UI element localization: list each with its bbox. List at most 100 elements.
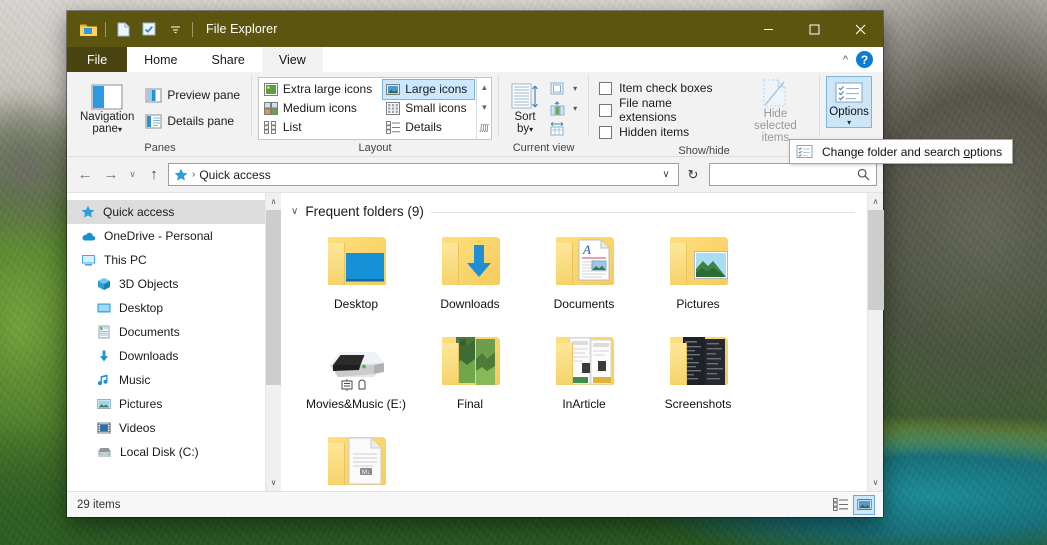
gallery-expand[interactable]: ⨌	[478, 122, 491, 134]
sidebar-item-this-pc[interactable]: This PC	[67, 248, 265, 272]
address-dropdown-icon[interactable]: ∨	[656, 169, 676, 180]
folder-icon[interactable]	[75, 16, 101, 42]
layout-list[interactable]: List	[261, 118, 379, 137]
preview-pane-button[interactable]: Preview pane	[143, 85, 245, 106]
details-pane-button[interactable]: Details pane	[143, 111, 245, 132]
maximize-button[interactable]	[791, 11, 837, 47]
group-label-show-hide: Show/hide	[678, 145, 730, 157]
tabs-right-controls: ^ ?	[842, 47, 883, 72]
sidebar-item-quick-access[interactable]: Quick access	[67, 200, 265, 224]
ribbon-group-show-hide: Item check boxes File name extensions Hi…	[589, 72, 819, 157]
search-box[interactable]	[709, 163, 877, 186]
file-name-extensions-option[interactable]: File name extensions	[595, 96, 728, 124]
3d-objects-icon	[98, 278, 110, 290]
picture-thumb	[694, 251, 728, 279]
up-button[interactable]: ↑	[142, 163, 166, 187]
nav-scroll-up-button[interactable]: ∧	[266, 193, 282, 210]
navigation-list: Quick access OneDrive - Personal This PC…	[67, 193, 265, 464]
content-scroll-track[interactable]	[867, 210, 884, 474]
minimize-button[interactable]	[745, 11, 791, 47]
large-icons-view-button[interactable]	[853, 494, 875, 515]
close-button[interactable]	[837, 11, 883, 47]
breadcrumb-quick-access[interactable]: Quick access	[199, 168, 270, 182]
nav-scroll-down-button[interactable]: ∨	[266, 474, 282, 491]
sidebar-item-desktop[interactable]: Desktop	[67, 296, 265, 320]
navigation-pane: Quick access OneDrive - Personal This PC…	[67, 193, 265, 491]
this-pc-icon	[82, 255, 95, 266]
tab-view[interactable]: View	[261, 47, 323, 72]
item-desktop[interactable]: Desktop	[299, 227, 413, 327]
download-arrow-thumb	[467, 245, 491, 277]
item-inarticle[interactable]: InArticle	[527, 327, 641, 427]
item-movies-music-drive[interactable]: Movies&Music (E:)	[299, 327, 413, 427]
navigation-pane-scrollbar[interactable]: ∧ ∨	[265, 193, 282, 491]
chevron-up-icon[interactable]: ^	[843, 54, 848, 66]
group-header-frequent-folders[interactable]: ∨ Frequent folders (9)	[281, 193, 867, 219]
group-label-current-view: Current view	[512, 142, 575, 154]
sidebar-item-downloads[interactable]: Downloads	[67, 344, 265, 368]
item-label: Final	[456, 397, 483, 411]
options-button[interactable]: Options ▾	[826, 76, 873, 128]
item-label: Movies&Music (E:)	[305, 397, 406, 411]
layout-details[interactable]: Details	[383, 118, 474, 137]
list-icon	[263, 120, 276, 134]
item-icon	[320, 333, 392, 393]
item-downloads[interactable]: Downloads	[413, 227, 527, 327]
sidebar-item-music[interactable]: Music	[67, 368, 265, 392]
item-final[interactable]: Final	[413, 327, 527, 427]
properties-icon[interactable]	[136, 16, 162, 42]
search-input[interactable]	[716, 167, 857, 182]
collapse-caret-icon[interactable]: ∨	[291, 206, 298, 217]
tab-file[interactable]: File	[67, 47, 128, 72]
hidden-items-option[interactable]: Hidden items	[595, 121, 728, 143]
new-file-icon[interactable]	[110, 16, 136, 42]
item-check-boxes-checkbox[interactable]	[599, 81, 613, 95]
navigation-pane-button[interactable]: Navigation pane▾	[75, 80, 139, 136]
gallery-scroll-up[interactable]: ▲	[478, 82, 491, 94]
nav-scroll-track[interactable]	[265, 210, 282, 474]
file-explorer-window: File Explorer File Home Share View ^ ? N…	[67, 11, 1014, 517]
forward-button[interactable]: →	[99, 163, 123, 187]
address-box[interactable]: › Quick access ∨	[168, 163, 679, 186]
sidebar-item-local-disk-c[interactable]: Local Disk (C:)	[67, 440, 265, 464]
desktop-icon	[97, 303, 111, 313]
recent-locations-button[interactable]: ∨	[125, 163, 140, 187]
music-icon	[97, 374, 108, 386]
hide-selected-items-button[interactable]: Hide selected items	[738, 75, 813, 144]
sidebar-item-onedrive[interactable]: OneDrive - Personal	[67, 224, 265, 248]
item-screenshots[interactable]: Screenshots	[641, 327, 755, 427]
customize-dropdown-icon[interactable]	[162, 16, 188, 42]
hidden-items-checkbox[interactable]	[599, 125, 613, 139]
item-documents[interactable]: A Documents	[527, 227, 641, 327]
sidebar-item-documents[interactable]: Documents	[67, 320, 265, 344]
sidebar-item-videos[interactable]: Videos	[67, 416, 265, 440]
layout-extra-large-icons[interactable]: Extra large icons	[261, 80, 379, 99]
add-columns-button[interactable]: ▾	[547, 99, 582, 118]
gallery-scroll-down[interactable]: ▼	[478, 102, 491, 114]
content-scroll-thumb[interactable]	[867, 210, 884, 310]
sidebar-item-3d-objects[interactable]: 3D Objects	[67, 272, 265, 296]
layout-large-icons[interactable]: Large icons	[382, 78, 476, 100]
content-scrollbar[interactable]: ∧ ∨	[867, 193, 884, 491]
tab-share[interactable]: Share	[194, 47, 262, 72]
content-scroll-down-button[interactable]: ∨	[868, 474, 884, 491]
content-scroll-up-button[interactable]: ∧	[868, 193, 884, 210]
sidebar-item-pictures[interactable]: Pictures	[67, 392, 265, 416]
sidebar-item-label: Quick access	[103, 205, 175, 219]
item-shortcuts-and[interactable]: M↓ Shortcuts and	[299, 427, 413, 491]
file-name-extensions-checkbox[interactable]	[599, 103, 613, 117]
sort-by-button[interactable]: Sort by▾	[505, 80, 545, 136]
layout-medium-icons[interactable]: Medium icons	[261, 99, 379, 118]
nav-scroll-thumb[interactable]	[265, 210, 282, 385]
help-button[interactable]: ?	[856, 51, 873, 68]
sort-label-1: Sort	[514, 111, 536, 123]
tab-home[interactable]: Home	[127, 47, 195, 72]
group-by-button[interactable]: ▾	[547, 79, 582, 98]
file-name-extensions-label: File name extensions	[619, 96, 677, 124]
back-button[interactable]: ←	[73, 163, 97, 187]
refresh-button[interactable]: ↻	[681, 163, 705, 186]
size-all-columns-button[interactable]	[547, 119, 582, 138]
layout-small-icons[interactable]: Small icons	[383, 99, 474, 118]
item-pictures[interactable]: Pictures	[641, 227, 755, 327]
details-view-button[interactable]	[829, 495, 851, 515]
